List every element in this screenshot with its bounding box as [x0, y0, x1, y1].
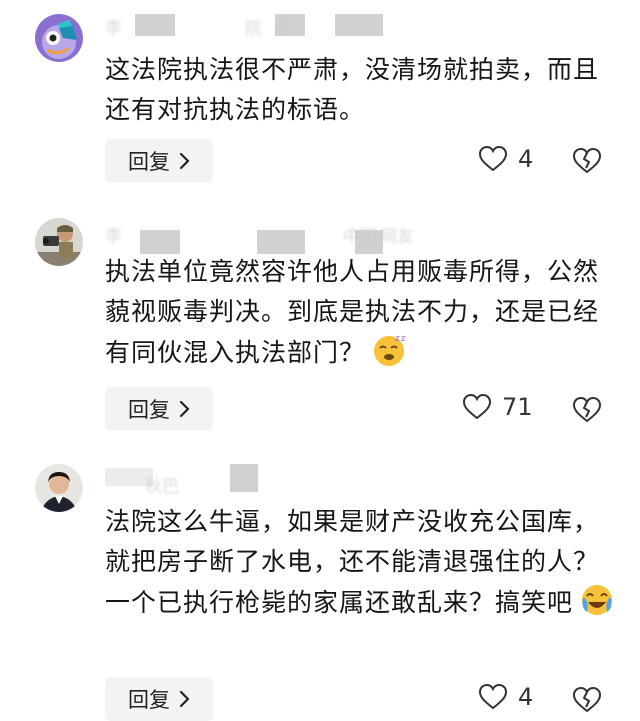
reply-button[interactable]: 回复 — [105, 139, 213, 183]
avatar[interactable] — [35, 218, 83, 266]
reply-button[interactable]: 回复 — [105, 677, 213, 721]
username[interactable]: 李 中国 网友 — [105, 222, 465, 254]
comment-text: 这法院执法很不严肃，没清场就拍卖，而且还有对抗执法的标语。 — [105, 55, 600, 124]
comment-text: 法院这么牛逼，如果是财产没收充公国库，就把房子断了水电，还不能清退强住的人？一个… — [105, 502, 615, 623]
comment-text-body: 执法单位竟然容许他人占用贩毒所得，公然藐视贩毒判决。到底是执法不力，还是已经有同… — [105, 257, 600, 367]
crying-laughing-face-emoji-icon — [582, 585, 613, 615]
chevron-right-icon — [179, 690, 190, 708]
like-count: 4 — [518, 145, 534, 173]
dizzy-face-emoji-icon: zz — [374, 334, 406, 366]
like-button[interactable]: 71 — [462, 393, 533, 421]
chevron-right-icon — [179, 400, 190, 418]
reply-label: 回复 — [128, 150, 170, 174]
chevron-right-icon — [179, 152, 190, 170]
comment-text: 执法单位竟然容许他人占用贩毒所得，公然藐视贩毒判决。到底是执法不力，还是已经有同… — [105, 252, 615, 373]
comment-item: 李 院 区 这法院执法很不严肃，没清场就拍卖，而且还有对抗执法的标语。 回复 4 — [0, 0, 640, 195]
broken-heart-icon[interactable] — [572, 147, 602, 175]
broken-heart-icon[interactable] — [572, 396, 602, 424]
reply-label: 回复 — [128, 398, 170, 422]
comment-text-body: 法院这么牛逼，如果是财产没收充公国库，就把房子断了水电，还不能清退强住的人？一个… — [105, 507, 600, 617]
heart-outline-icon — [462, 393, 492, 420]
username-fragment: 李 — [105, 19, 122, 39]
svg-text:zz: zz — [395, 334, 406, 344]
like-button[interactable]: 4 — [478, 145, 533, 173]
broken-heart-icon[interactable] — [572, 686, 602, 714]
heart-outline-icon — [478, 145, 508, 172]
heart-outline-icon — [478, 683, 508, 710]
reply-label: 回复 — [128, 688, 170, 712]
reply-button[interactable]: 回复 — [105, 387, 213, 431]
like-count: 4 — [518, 683, 534, 711]
comment-item: 李 中国 网友 执法单位竟然容许他人占用贩毒所得，公然藐视贩毒判决。到底是执法不… — [0, 200, 640, 445]
like-count: 71 — [502, 393, 533, 421]
username-fragment: 院 — [245, 19, 262, 39]
username-fragment: 李 — [105, 227, 122, 247]
comment-item: 秋巴 法院这么牛逼，如果是财产没收充公国库，就把房子断了水电，还不能清退强住的人… — [0, 450, 640, 721]
avatar[interactable] — [35, 14, 83, 62]
username[interactable]: 秋巴 — [105, 460, 465, 497]
avatar[interactable] — [35, 464, 83, 512]
username[interactable]: 李 院 区 — [105, 14, 465, 39]
username-fragment: 网友 — [380, 227, 414, 247]
like-button[interactable]: 4 — [478, 683, 533, 711]
